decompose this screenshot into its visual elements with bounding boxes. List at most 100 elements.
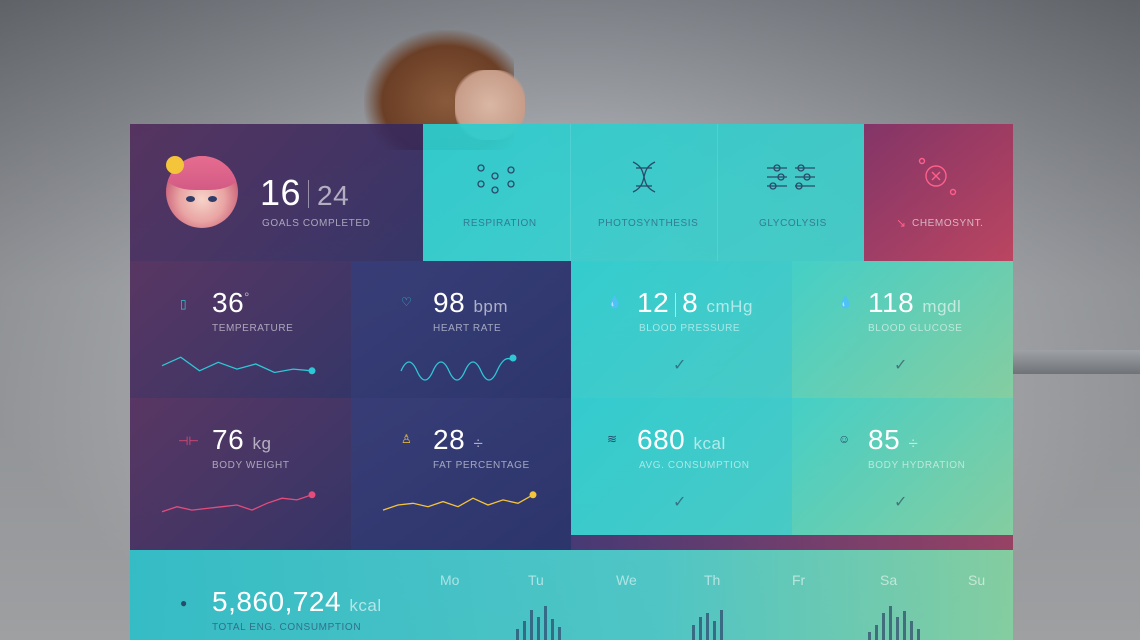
check-icon: ✓ bbox=[673, 357, 687, 374]
process-tiles: RESPIRATION PHOTOSYNTHESIS GLYCOLYSIS bbox=[423, 124, 864, 261]
activity-bar bbox=[706, 613, 709, 640]
dumbbell-icon: ⊣⊢ bbox=[178, 434, 199, 448]
activity-bar bbox=[523, 621, 526, 640]
drop-icon: 💧 bbox=[838, 295, 853, 309]
activity-bar bbox=[537, 617, 540, 640]
body-weight-value: 76 kg bbox=[212, 424, 272, 455]
activity-bar bbox=[903, 611, 906, 640]
blood-pressure-tile[interactable]: 💧 12 8 cmHg BLOOD PRESSURE ✓ bbox=[571, 261, 792, 398]
accent-strip bbox=[571, 535, 1013, 550]
health-dashboard: 16 24 GOALS COMPLETED RESPIRATION PHOTOS… bbox=[130, 124, 1013, 640]
activity-bar bbox=[530, 610, 533, 640]
activity-bar bbox=[558, 627, 561, 640]
thermometer-icon: ▯ bbox=[180, 297, 187, 311]
energy-label: TOTAL ENG. CONSUMPTION bbox=[212, 622, 362, 633]
activity-bar bbox=[551, 619, 554, 640]
activity-bar bbox=[896, 617, 899, 640]
sparkline-end-dot bbox=[529, 491, 537, 499]
weekday-label: Th bbox=[704, 572, 721, 588]
goals-total: 24 bbox=[317, 180, 350, 211]
sparkline-path bbox=[382, 494, 534, 511]
weekday-label: We bbox=[616, 572, 637, 588]
process-photosynthesis[interactable]: PHOTOSYNTHESIS bbox=[570, 124, 717, 261]
weekday-label: Mo bbox=[440, 572, 460, 588]
blood-pressure-label: BLOOD PRESSURE bbox=[639, 323, 741, 334]
process-label: CHEMOSYNT. bbox=[912, 218, 984, 229]
activity-bar bbox=[544, 606, 547, 640]
blood-pressure-value: 12 8 cmHg bbox=[637, 287, 753, 318]
activity-bar bbox=[868, 632, 871, 640]
smiley-icon: ☺ bbox=[838, 432, 851, 446]
process-chemosynthesis[interactable]: ↘ CHEMOSYNT. bbox=[864, 124, 1013, 261]
weekday-label: Fr bbox=[792, 572, 806, 588]
sparkline-end-dot bbox=[308, 367, 316, 375]
weekday-label: Sa bbox=[880, 572, 898, 588]
temperature-label: TEMPERATURE bbox=[212, 323, 294, 334]
activity-bar bbox=[692, 625, 695, 640]
fat-percentage-sparkline bbox=[382, 491, 537, 511]
body-weight-tile[interactable]: ⊣⊢ 76 kg BODY WEIGHT bbox=[130, 398, 351, 550]
body-hydration-tile[interactable]: ☺ 85 ÷ BODY HYDRATION ✓ bbox=[792, 398, 1013, 535]
avg-consumption-value: 680 kcal bbox=[637, 424, 726, 455]
fat-percentage-value: 28 ÷ bbox=[433, 424, 484, 455]
energy-tile[interactable]: ● 5,860,724 kcal TOTAL ENG. CONSUMPTION … bbox=[130, 550, 1013, 640]
activity-bar bbox=[882, 613, 885, 640]
goals-separator bbox=[308, 180, 309, 208]
avg-consumption-tile[interactable]: ≋ 680 kcal AVG. CONSUMPTION ✓ bbox=[571, 398, 792, 535]
profile-tile: 16 24 GOALS COMPLETED bbox=[130, 124, 423, 261]
background-desk bbox=[1013, 350, 1140, 374]
check-icon: ✓ bbox=[894, 357, 908, 374]
process-respiration[interactable]: RESPIRATION bbox=[423, 124, 570, 261]
fat-percentage-tile[interactable]: ♙ 28 ÷ FAT PERCENTAGE bbox=[351, 398, 571, 550]
person-icon: ♙ bbox=[401, 432, 412, 446]
user-icon: ● bbox=[180, 596, 188, 610]
dna-icon bbox=[632, 161, 656, 193]
arrow-down-right-icon: ↘ bbox=[896, 216, 907, 230]
sparkline-path bbox=[161, 494, 313, 513]
activity-bar bbox=[917, 629, 920, 640]
sliders-icon bbox=[767, 164, 815, 190]
blood-glucose-label: BLOOD GLUCOSE bbox=[868, 323, 963, 334]
fat-percentage-label: FAT PERCENTAGE bbox=[433, 460, 530, 471]
heart-rate-label: HEART RATE bbox=[433, 323, 502, 334]
activity-bar bbox=[699, 617, 702, 640]
body-weight-sparkline bbox=[161, 491, 316, 513]
process-glycolysis[interactable]: GLYCOLYSIS bbox=[717, 124, 864, 261]
temperature-value: 36° bbox=[212, 287, 250, 318]
check-icon: ✓ bbox=[894, 494, 908, 511]
heart-rate-wave bbox=[400, 354, 517, 381]
activity-bar bbox=[910, 621, 913, 640]
check-icon: ✓ bbox=[673, 494, 687, 511]
drop-icon: 💧 bbox=[607, 295, 622, 309]
sparkline-path bbox=[161, 356, 313, 374]
sparkline-end-dot bbox=[308, 491, 316, 499]
body-weight-label: BODY WEIGHT bbox=[212, 460, 290, 471]
heart-icon: ♡ bbox=[401, 295, 412, 309]
dots-icon bbox=[477, 164, 515, 194]
temperature-sparkline bbox=[161, 356, 316, 375]
temperature-tile[interactable]: ▯ 36° TEMPERATURE bbox=[130, 261, 351, 398]
weekday-label: Tu bbox=[528, 572, 544, 588]
weekday-label: Su bbox=[968, 572, 986, 588]
avg-consumption-label: AVG. CONSUMPTION bbox=[639, 460, 750, 471]
goals-label: GOALS COMPLETED bbox=[262, 218, 371, 229]
activity-bar bbox=[889, 606, 892, 640]
blood-glucose-tile[interactable]: 💧 118 mgdl BLOOD GLUCOSE ✓ bbox=[792, 261, 1013, 398]
activity-bar bbox=[516, 629, 519, 640]
goals-done: 16 bbox=[260, 172, 302, 213]
activity-bar bbox=[875, 625, 878, 640]
blood-glucose-value: 118 mgdl bbox=[868, 287, 962, 318]
status-dot bbox=[166, 156, 184, 174]
activity-bar bbox=[713, 621, 716, 640]
close-circle-icon bbox=[918, 157, 957, 196]
body-hydration-value: 85 ÷ bbox=[868, 424, 919, 455]
process-label: GLYCOLYSIS bbox=[759, 218, 827, 229]
process-label: RESPIRATION bbox=[463, 218, 537, 229]
energy-value: 5,860,724 kcal bbox=[212, 586, 382, 617]
heart-rate-tile[interactable]: ♡ 98 bpm HEART RATE bbox=[351, 261, 571, 398]
activity-bar bbox=[720, 610, 723, 640]
process-label: PHOTOSYNTHESIS bbox=[598, 218, 699, 229]
heart-rate-value: 98 bpm bbox=[433, 287, 509, 318]
layers-icon: ≋ bbox=[607, 432, 618, 446]
body-hydration-label: BODY HYDRATION bbox=[868, 460, 966, 471]
